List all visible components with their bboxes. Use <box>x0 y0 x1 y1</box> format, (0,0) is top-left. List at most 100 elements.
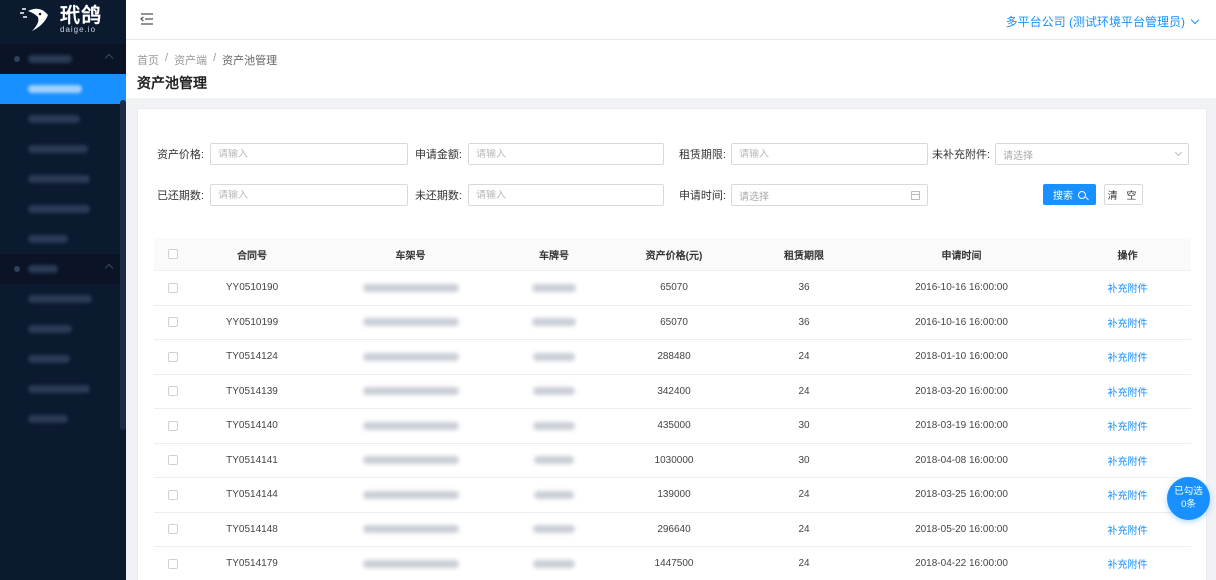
col-plate-number: 车牌号 <box>539 250 569 262</box>
breadcrumb: 首页 / 资产端 / 资产池管理 <box>137 52 278 68</box>
cell-apply-time: 2018-03-25 16:00:00 <box>915 489 1008 501</box>
add-attachment-link[interactable]: 补充附件 <box>1108 284 1148 295</box>
paid-periods-input-box[interactable] <box>210 184 408 206</box>
cell-plate-number <box>509 386 599 397</box>
table-row: TY0514144 139000 24 2018-03-25 16:00:00 … <box>154 478 1191 513</box>
clear-button[interactable]: 清 空 <box>1104 184 1143 205</box>
cell-price: 139000 <box>657 489 691 501</box>
cell-contract: TY0514144 <box>226 489 278 501</box>
cell-plate-number <box>509 489 599 500</box>
sidebar-item[interactable] <box>0 164 126 194</box>
breadcrumb-asset-side[interactable]: 资产端 <box>174 52 207 68</box>
row-checkbox[interactable] <box>168 351 178 362</box>
unpaid-periods-input-box[interactable] <box>468 184 664 206</box>
term-input[interactable] <box>739 148 920 160</box>
sidebar-item-active[interactable] <box>0 74 126 104</box>
cell-apply-time: 2018-01-10 16:00:00 <box>915 351 1008 363</box>
breadcrumb-home[interactable]: 首页 <box>137 52 159 68</box>
cell-frame-number <box>312 351 509 362</box>
table-row: TY0514139 342400 24 2018-03-20 16:00:00 … <box>154 375 1191 409</box>
sidebar-item[interactable] <box>0 374 126 404</box>
row-checkbox[interactable] <box>168 489 178 500</box>
sidebar-item[interactable] <box>0 194 126 224</box>
sidebar-item[interactable] <box>0 284 126 314</box>
cell-plate-number <box>509 317 599 328</box>
cell-contract: TY0514140 <box>226 420 278 432</box>
cell-contract: TY0514141 <box>226 454 278 466</box>
brand-logo[interactable]: 玳鸽 daige.io <box>0 0 126 40</box>
row-checkbox[interactable] <box>168 455 178 466</box>
cell-contract: TY0514179 <box>226 558 278 570</box>
add-attachment-link[interactable]: 补充附件 <box>1108 319 1148 330</box>
cell-contract: YY0510190 <box>225 282 279 294</box>
col-term: 租赁期限 <box>784 250 824 262</box>
filter-term: 租赁期限: <box>672 143 928 165</box>
chevron-up-icon <box>104 263 114 273</box>
page-header: 首页 / 资产端 / 资产池管理 资产池管理 <box>126 40 1216 98</box>
cell-apply-time: 2018-04-22 16:00:00 <box>915 558 1008 570</box>
user-menu[interactable]: 多平台公司 (测试环境平台管理员) <box>1005 13 1200 30</box>
selected-count-line1: 已勾选 <box>1174 486 1203 497</box>
sidebar-item[interactable] <box>0 314 126 344</box>
add-attachment-link[interactable]: 补充附件 <box>1108 422 1148 433</box>
row-checkbox[interactable] <box>168 420 178 431</box>
filter-price-label: 资产价格: <box>156 149 204 161</box>
top-header: 多平台公司 (测试环境平台管理员) <box>126 0 1216 40</box>
amount-input[interactable] <box>476 148 656 160</box>
cell-frame-number <box>312 489 509 500</box>
page-title: 资产池管理 <box>137 75 207 91</box>
sidebar-scrollbar[interactable] <box>120 100 126 430</box>
cell-price: 288480 <box>657 351 691 363</box>
add-attachment-link[interactable]: 补充附件 <box>1108 526 1148 537</box>
amount-input-box[interactable] <box>468 143 664 165</box>
table-row: YY0510199 65070 36 2016-10-16 16:00:00 补… <box>154 306 1191 340</box>
add-attachment-link[interactable]: 补充附件 <box>1108 353 1148 364</box>
filter-apply-time-label: 申请时间: <box>678 190 726 202</box>
add-attachment-link[interactable]: 补充附件 <box>1108 388 1148 399</box>
cell-term: 36 <box>798 316 810 328</box>
sidebar-item[interactable] <box>0 104 126 134</box>
filter-price: 资产价格: <box>148 143 408 165</box>
sidebar-group-1[interactable] <box>0 44 126 74</box>
filter-attachment-label: 未补充附件: <box>932 149 991 161</box>
cell-price: 65070 <box>660 282 688 294</box>
price-input[interactable] <box>218 148 400 160</box>
cell-term: 24 <box>798 558 810 570</box>
apply-time-picker[interactable]: 请选择 <box>731 184 928 206</box>
add-attachment-link[interactable]: 补充附件 <box>1108 491 1148 502</box>
sidebar-item[interactable] <box>0 344 126 374</box>
attachment-select-placeholder: 请选择 <box>1003 150 1033 162</box>
cell-price: 342400 <box>657 385 691 397</box>
sidebar-item[interactable] <box>0 404 126 434</box>
sidebar-item[interactable] <box>0 134 126 164</box>
row-checkbox[interactable] <box>168 524 178 535</box>
cell-plate-number <box>509 420 599 431</box>
row-checkbox[interactable] <box>168 386 178 397</box>
paid-periods-input[interactable] <box>218 189 400 201</box>
selected-count-badge[interactable]: 已勾选 0条 <box>1167 477 1210 520</box>
select-all-checkbox[interactable] <box>168 249 178 259</box>
term-input-box[interactable] <box>731 143 928 165</box>
row-checkbox[interactable] <box>168 558 178 569</box>
sidebar-item[interactable] <box>0 224 126 254</box>
filter-amount: 申请金额: <box>410 143 664 165</box>
content-card: 资产价格: 申请金额: 租赁期限: 未补充附件: 请选择 已还期数: 未还期数:… <box>137 108 1207 580</box>
add-attachment-link[interactable]: 补充附件 <box>1108 457 1148 468</box>
attachment-select[interactable]: 请选择 <box>995 143 1189 165</box>
user-menu-label: 多平台公司 (测试环境平台管理员) <box>1005 15 1185 29</box>
price-input-box[interactable] <box>210 143 408 165</box>
cell-frame-number <box>312 420 509 431</box>
add-attachment-link[interactable]: 补充附件 <box>1108 560 1148 571</box>
menu-fold-icon[interactable] <box>140 12 154 26</box>
cell-apply-time: 2016-10-16 16:00:00 <box>915 316 1008 328</box>
unpaid-periods-input[interactable] <box>476 189 656 201</box>
sidebar-group-2[interactable] <box>0 254 126 284</box>
col-apply-time: 申请时间 <box>941 250 982 262</box>
row-checkbox[interactable] <box>168 282 178 293</box>
table-row: TY0514141 1030000 30 2018-04-08 16:00:00… <box>154 444 1191 478</box>
row-checkbox[interactable] <box>168 317 178 328</box>
filter-unpaid-periods-label: 未还期数: <box>414 190 462 202</box>
search-button[interactable]: 搜索 <box>1043 184 1096 205</box>
cell-frame-number <box>312 317 509 328</box>
cell-term: 24 <box>798 351 810 363</box>
